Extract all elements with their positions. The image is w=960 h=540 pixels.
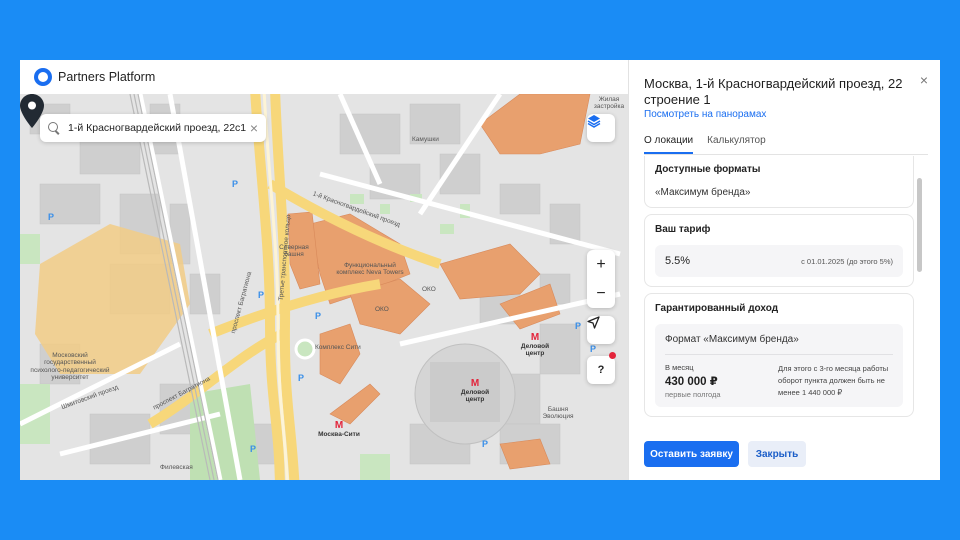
tab-calculator[interactable]: Калькулятор [707, 135, 766, 154]
metro-icon: M [530, 332, 540, 343]
layers-icon [587, 115, 601, 128]
income-amount: 430 000 ₽ [665, 376, 718, 388]
metro-station-2[interactable]: M Деловой центр [452, 378, 498, 403]
panel-content[interactable]: Доступные форматы «Максимум бренда» Ваш … [644, 156, 934, 426]
income-format: Формат «Максимум бренда» [665, 334, 893, 355]
metro-icon: M [334, 420, 344, 431]
svg-text:P: P [575, 321, 581, 331]
formats-value: «Максимум бренда» [655, 187, 751, 198]
submit-application-button[interactable]: Оставить заявку [644, 441, 739, 467]
metro-station-3[interactable]: M Москва-Сити [316, 420, 362, 438]
income-title: Гарантированный доход [655, 303, 779, 314]
svg-text:P: P [48, 212, 54, 222]
svg-text:P: P [258, 290, 264, 300]
help-button[interactable]: ? [587, 356, 615, 384]
metro-icon: M [470, 378, 480, 389]
close-panel-button[interactable]: Закрыть [748, 441, 806, 467]
income-card: Гарантированный доход Формат «Максимум б… [644, 293, 914, 417]
map-label-kamushki: Камушки [412, 136, 439, 143]
geolocate-button[interactable] [587, 316, 615, 344]
map-label-complex: Функциональный комплекс Neva Towers [336, 262, 404, 277]
income-left: В месяц 430 000 ₽ первые полгода [665, 363, 778, 399]
map-label-zhilaya: Жилая застройка [593, 96, 625, 111]
map-label-oko-2: ОКО [422, 286, 436, 293]
panorama-link[interactable]: Посмотреть на панорамах [644, 109, 766, 120]
search-icon [48, 122, 60, 134]
zoom-in-button[interactable]: + [587, 250, 615, 279]
metro-name: Деловой центр [520, 343, 550, 358]
app-window: Partners Platform P P P P P P P P P Каму… [20, 60, 940, 480]
svg-text:P: P [315, 311, 321, 321]
income-per-month-label: В месяц [665, 363, 694, 372]
map-label-bashnya: Башня Эволюция [542, 406, 574, 421]
tariff-title: Ваш тариф [655, 224, 711, 235]
svg-text:P: P [232, 179, 238, 189]
income-condition: Для этого с 3-го месяца работы оборот пу… [778, 364, 889, 397]
formats-card: Доступные форматы «Максимум бренда» [644, 156, 914, 208]
close-icon[interactable]: × [920, 72, 928, 88]
tariff-card: Ваш тариф 5.5% с 01.01.2025 (до этого 5%… [644, 214, 914, 287]
layers-button[interactable] [587, 114, 615, 142]
metro-name: Деловой центр [460, 389, 490, 404]
svg-text:P: P [590, 344, 596, 354]
svg-text:P: P [482, 439, 488, 449]
map-view[interactable]: P P P P P P P P P Камушки Функциональный… [20, 94, 628, 480]
search-input[interactable]: 1-й Красногвардейский проезд, 22с1, Мос … [40, 114, 266, 142]
location-panel: × Москва, 1-й Красногвардейский проезд, … [628, 60, 940, 480]
zoom-controls: + − [587, 250, 615, 308]
navigation-arrow-icon [587, 316, 600, 329]
metro-name: Москва-Сити [318, 431, 360, 438]
map-label-filevsky: Филевская [160, 464, 193, 471]
svg-text:P: P [298, 373, 304, 383]
tariff-note: с 01.01.2025 (до этого 5%) [801, 256, 893, 266]
location-address: Москва, 1-й Красногвардейский проезд, 22… [644, 76, 903, 107]
panel-scrollbar[interactable] [917, 178, 922, 272]
panel-tabs: О локации Калькулятор [644, 135, 928, 155]
notification-dot [609, 352, 616, 359]
clear-search-icon[interactable]: × [250, 120, 258, 136]
app-header: Partners Platform [20, 60, 628, 94]
income-box: Формат «Максимум бренда» В месяц 430 000… [655, 324, 903, 407]
map-label-university: Московский государственный психолого-пед… [30, 352, 110, 382]
svg-text:P: P [250, 444, 256, 454]
formats-title: Доступные форматы [655, 164, 761, 175]
tab-about-location[interactable]: О локации [644, 135, 694, 154]
metro-station-1[interactable]: M Деловой центр [512, 332, 558, 357]
zoom-out-button[interactable]: − [587, 279, 615, 308]
map-label-comp-city: Комплекс Сити [315, 344, 361, 351]
tariff-row: 5.5% с 01.01.2025 (до этого 5%) [655, 245, 903, 277]
tariff-value: 5.5% [665, 255, 691, 267]
panel-footer: Оставить заявку Закрыть [629, 430, 940, 480]
search-value[interactable]: 1-й Красногвардейский проезд, 22с1, Мос [68, 122, 246, 134]
income-columns: В месяц 430 000 ₽ первые полгода Для это… [665, 363, 893, 399]
app-title: Partners Platform [58, 70, 156, 84]
income-period: первые полгода [665, 390, 721, 399]
map-label-oko: ОКО [375, 306, 389, 313]
partners-logo-icon [34, 68, 52, 86]
